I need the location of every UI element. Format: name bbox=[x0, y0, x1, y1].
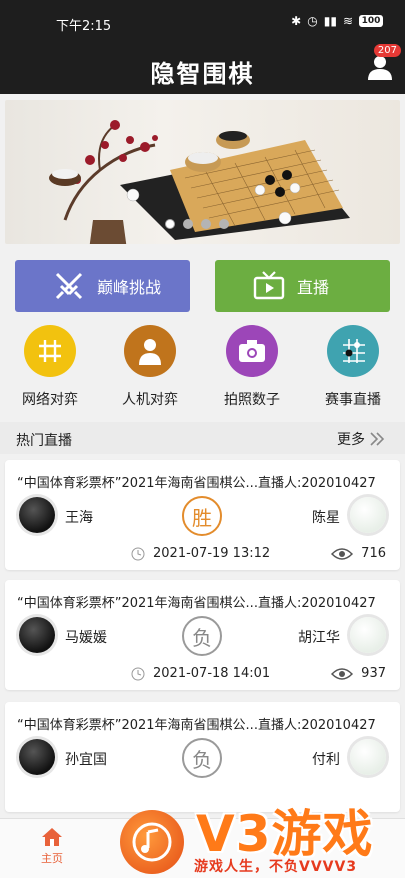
black-stone-avatar bbox=[19, 617, 55, 653]
watermark-logo: V3游戏 游戏人生，不负VVVV3 bbox=[120, 790, 405, 878]
game-title: “中国体育彩票杯”2021年海南省围棋公...直播人:202010427 bbox=[17, 476, 376, 491]
camera-icon bbox=[226, 325, 278, 377]
feature-grid: 网络对弈 人机对弈 拍照数子 赛事直播 bbox=[0, 325, 405, 415]
challenge-button[interactable]: 巅峰挑战 bbox=[15, 260, 190, 312]
more-label: 更多 bbox=[337, 432, 365, 448]
game-title: “中国体育彩票杯”2021年海南省围棋公...直播人:202010427 bbox=[17, 596, 376, 611]
black-stone-avatar bbox=[19, 739, 55, 775]
white-player-name: 陈星 bbox=[312, 510, 340, 526]
feature-online-game[interactable]: 网络对弈 bbox=[0, 325, 100, 409]
views-text: 716 bbox=[361, 546, 386, 561]
feature-ai-game[interactable]: 人机对弈 bbox=[100, 325, 200, 409]
game-date: 2021-07-19 13:12 bbox=[131, 546, 270, 561]
crossed-swords-icon bbox=[55, 272, 83, 300]
signal-icon: ▮▮ bbox=[323, 14, 337, 28]
watermark-slogan: 游戏人生，不负VVVV3 bbox=[194, 859, 358, 875]
bluetooth-icon: ✱ bbox=[291, 14, 302, 28]
result-badge: 负 bbox=[182, 738, 222, 778]
person-icon bbox=[124, 325, 176, 377]
clock-icon bbox=[131, 667, 145, 680]
eye-icon bbox=[331, 547, 354, 560]
black-player-name: 马媛媛 bbox=[65, 630, 107, 646]
black-player-name: 王海 bbox=[65, 510, 93, 526]
challenge-label: 巅峰挑战 bbox=[97, 278, 162, 297]
tv-icon bbox=[253, 271, 285, 300]
white-stone-avatar bbox=[350, 497, 386, 533]
black-stone-avatar bbox=[19, 497, 55, 533]
feature-label: 网络对弈 bbox=[22, 392, 78, 408]
feature-label: 人机对弈 bbox=[122, 392, 178, 408]
more-link[interactable]: 更多 bbox=[337, 429, 385, 449]
tab-home-label: 主页 bbox=[41, 852, 63, 865]
feature-label: 拍照数子 bbox=[224, 392, 280, 408]
live-label: 直播 bbox=[297, 278, 330, 297]
feature-photo-count[interactable]: 拍照数子 bbox=[202, 325, 302, 409]
white-stone-avatar bbox=[350, 617, 386, 653]
music-disc-icon bbox=[120, 810, 184, 874]
banner-dot[interactable] bbox=[165, 219, 175, 229]
views-text: 937 bbox=[361, 666, 386, 681]
home-icon bbox=[42, 828, 62, 846]
tab-home[interactable]: 主页 bbox=[30, 827, 74, 866]
status-icons: ✱ ◷ ▮▮ ≋ 100 bbox=[291, 14, 383, 28]
view-count: 716 bbox=[331, 546, 386, 561]
banner-dot[interactable] bbox=[219, 219, 229, 229]
result-badge: 胜 bbox=[182, 496, 222, 536]
user-icon[interactable] bbox=[367, 54, 393, 80]
double-chevron-right-icon bbox=[370, 432, 385, 446]
status-time: 下午2:15 bbox=[56, 19, 112, 34]
date-text: 2021-07-19 13:12 bbox=[153, 546, 271, 561]
hot-live-header: 热门直播 更多 bbox=[0, 422, 405, 454]
section-title: 热门直播 bbox=[16, 433, 72, 449]
app-bar: 隐智围棋 207 bbox=[0, 44, 405, 94]
status-bar: 下午2:15 ✱ ◷ ▮▮ ≋ 100 bbox=[0, 0, 405, 44]
feature-label: 赛事直播 bbox=[325, 392, 381, 408]
white-player-name: 胡江华 bbox=[298, 630, 340, 646]
banner-dot[interactable] bbox=[183, 219, 193, 229]
live-game-card[interactable]: “中国体育彩票杯”2021年海南省围棋公...直播人:202010427 王海 … bbox=[5, 460, 400, 570]
battery-icon: 100 bbox=[359, 15, 383, 27]
eye-icon bbox=[331, 667, 354, 680]
banner-dot[interactable] bbox=[201, 219, 211, 229]
white-player-name: 付利 bbox=[312, 752, 340, 768]
black-player-name: 孙宜国 bbox=[65, 752, 107, 768]
wifi-icon: ≋ bbox=[342, 14, 353, 28]
clock-icon bbox=[131, 547, 145, 560]
live-game-card[interactable]: “中国体育彩票杯”2021年海南省围棋公...直播人:202010427 马媛媛… bbox=[5, 580, 400, 690]
grid-icon bbox=[24, 325, 76, 377]
alarm-icon: ◷ bbox=[307, 14, 318, 28]
view-count: 937 bbox=[331, 666, 386, 681]
notification-badge: 207 bbox=[373, 44, 401, 57]
feature-match-live[interactable]: 赛事直播 bbox=[303, 325, 403, 409]
date-text: 2021-07-18 14:01 bbox=[153, 666, 271, 681]
banner-page-dots bbox=[165, 219, 229, 229]
result-badge: 负 bbox=[182, 616, 222, 656]
game-title: “中国体育彩票杯”2021年海南省围棋公...直播人:202010427 bbox=[17, 718, 376, 733]
game-date: 2021-07-18 14:01 bbox=[131, 666, 270, 681]
board-icon bbox=[327, 325, 379, 377]
white-stone-avatar bbox=[350, 739, 386, 775]
app-title: 隐智围棋 bbox=[150, 59, 255, 88]
live-button[interactable]: 直播 bbox=[215, 260, 390, 312]
